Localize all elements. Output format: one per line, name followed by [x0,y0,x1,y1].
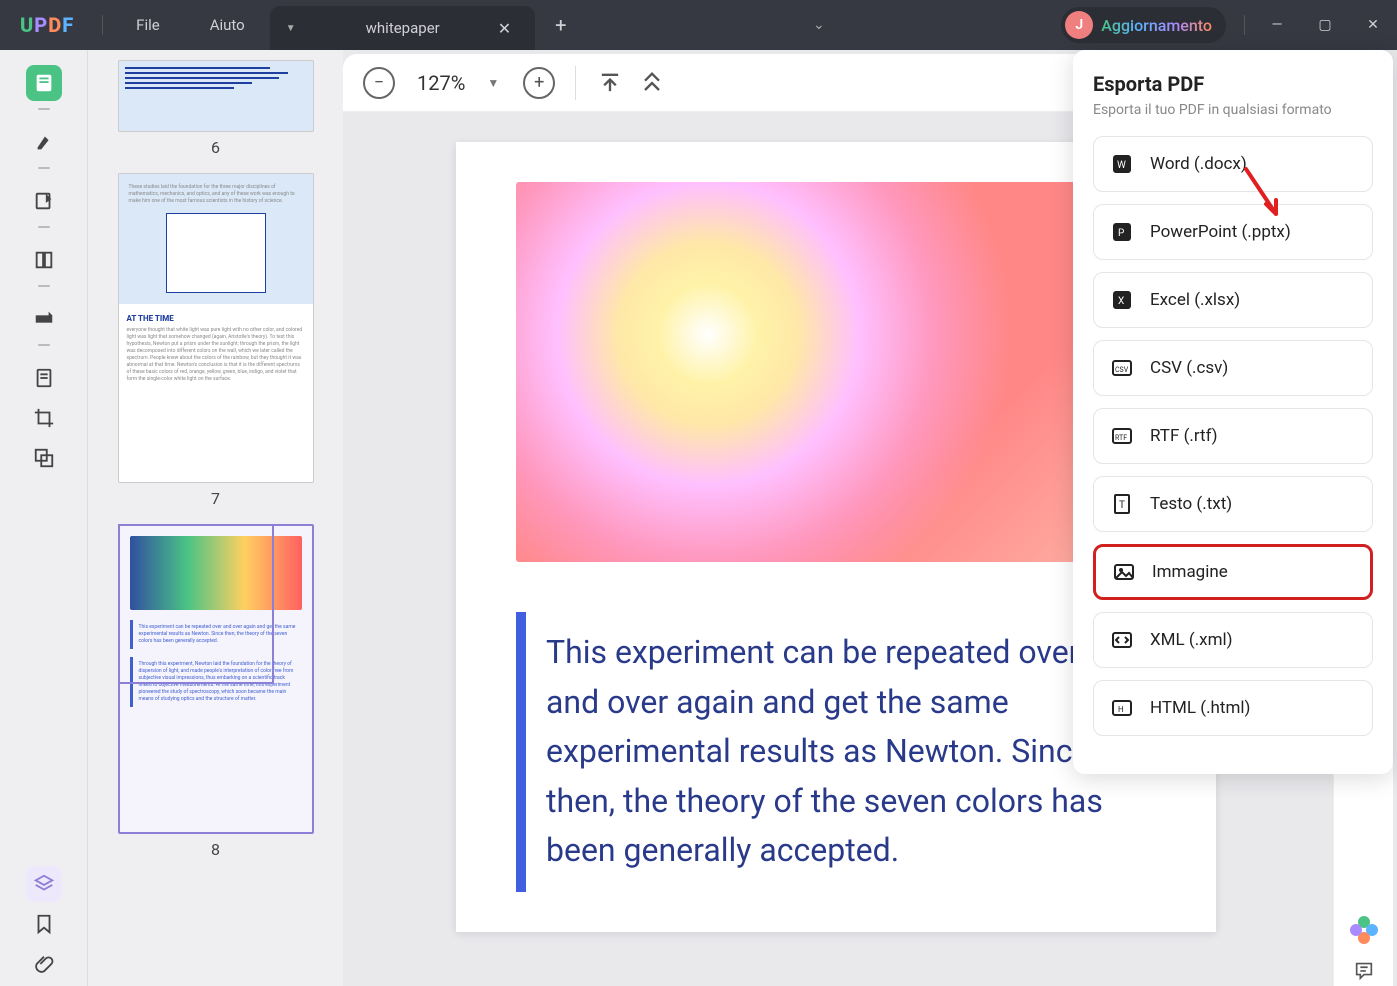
menu-help[interactable]: Aiuto [185,16,270,34]
export-panel: Esporta PDF Esporta il tuo PDF in qualsi… [1073,50,1393,774]
page-number: 8 [106,834,325,865]
export-word[interactable]: W Word (.docx) [1093,136,1373,192]
bookmark-tool[interactable] [26,906,62,942]
image-icon [1112,560,1136,584]
scroll-top-icon[interactable] [596,69,624,97]
thumbnail-page-7[interactable]: These studies laid the foundation for th… [106,173,325,514]
html-icon: H [1110,696,1134,720]
comment-button[interactable] [1348,954,1380,986]
menu-file[interactable]: File [111,16,185,34]
export-html[interactable]: H HTML (.html) [1093,680,1373,736]
page-number: 6 [106,132,325,163]
export-csv[interactable]: CSV CSV (.csv) [1093,340,1373,396]
avatar: J [1065,11,1093,39]
form-tool[interactable] [26,360,62,396]
app-logo: UPDF [0,13,94,37]
word-icon: W [1110,152,1134,176]
maximize-button[interactable]: ▢ [1301,0,1349,50]
thumbnail-panel: 6 These studies laid the foundation for … [88,50,343,986]
export-xml[interactable]: XML (.xml) [1093,612,1373,668]
thumbnail-page-6[interactable]: 6 [106,60,325,163]
highlight-tool[interactable] [26,124,62,160]
export-excel[interactable]: X Excel (.xlsx) [1093,272,1373,328]
export-subtitle: Esporta il tuo PDF in qualsiasi formato [1093,102,1373,118]
export-image[interactable]: Immagine [1093,544,1373,600]
export-rtf[interactable]: RTF RTF (.rtf) [1093,408,1373,464]
text-icon: T [1110,492,1134,516]
thumbnails-tool[interactable] [26,65,62,101]
page-up-icon[interactable] [638,69,666,97]
tab-title: whitepaper [366,19,440,37]
thumbnail-page-8[interactable]: This experiment can be repeated over and… [106,524,325,865]
powerpoint-icon: P [1110,220,1134,244]
export-title: Esporta PDF [1093,72,1373,96]
ai-button[interactable] [1348,914,1380,946]
minimize-button[interactable]: — [1253,0,1301,50]
divider [1244,15,1245,35]
new-tab-button[interactable]: + [535,13,586,37]
crop-tool[interactable] [26,400,62,436]
export-powerpoint[interactable]: P PowerPoint (.pptx) [1093,204,1373,260]
svg-text:W: W [1117,160,1126,171]
titlebar: UPDF File Aiuto ▼ whitepaper ✕ + ⌄ J Agg… [0,0,1397,50]
attachment-tool[interactable] [26,946,62,982]
page-number: 7 [106,483,325,514]
divider [102,15,103,35]
redact-tool[interactable] [26,301,62,337]
excel-icon: X [1110,288,1134,312]
document-tab[interactable]: ▼ whitepaper ✕ [270,6,535,50]
svg-text:X: X [1118,296,1124,307]
export-text[interactable]: T Testo (.txt) [1093,476,1373,532]
close-button[interactable]: ✕ [1349,0,1397,50]
prism-image [516,182,1156,562]
user-badge[interactable]: J Aggiornamento [1061,7,1226,43]
quote-block: This experiment can be repeated over and… [516,612,1156,892]
layers-tool[interactable] [26,866,62,902]
compare-tool[interactable] [26,440,62,476]
chevron-down-icon[interactable]: ⌄ [813,17,825,33]
tab-close-icon[interactable]: ✕ [490,19,519,38]
quote-text: This experiment can be repeated over and… [546,628,1136,876]
zoom-level[interactable]: 127% [417,71,465,95]
zoom-dropdown-icon[interactable]: ▼ [487,76,499,90]
csv-icon: CSV [1110,356,1134,380]
svg-text:P: P [1118,228,1124,239]
rtf-icon: RTF [1110,424,1134,448]
upgrade-label: Aggiornamento [1101,16,1212,35]
svg-text:H: H [1118,705,1124,714]
zoom-in-button[interactable]: + [523,67,555,99]
tab-menu-caret-icon[interactable]: ▼ [286,23,296,34]
svg-text:T: T [1119,500,1125,511]
svg-text:RTF: RTF [1115,434,1127,442]
edit-tool[interactable] [26,183,62,219]
svg-text:CSV: CSV [1115,366,1129,374]
left-toolbar [0,50,88,986]
pages-tool[interactable] [26,242,62,278]
window-controls: — ▢ ✕ [1253,0,1397,50]
xml-icon [1110,628,1134,652]
zoom-out-button[interactable]: − [363,67,395,99]
